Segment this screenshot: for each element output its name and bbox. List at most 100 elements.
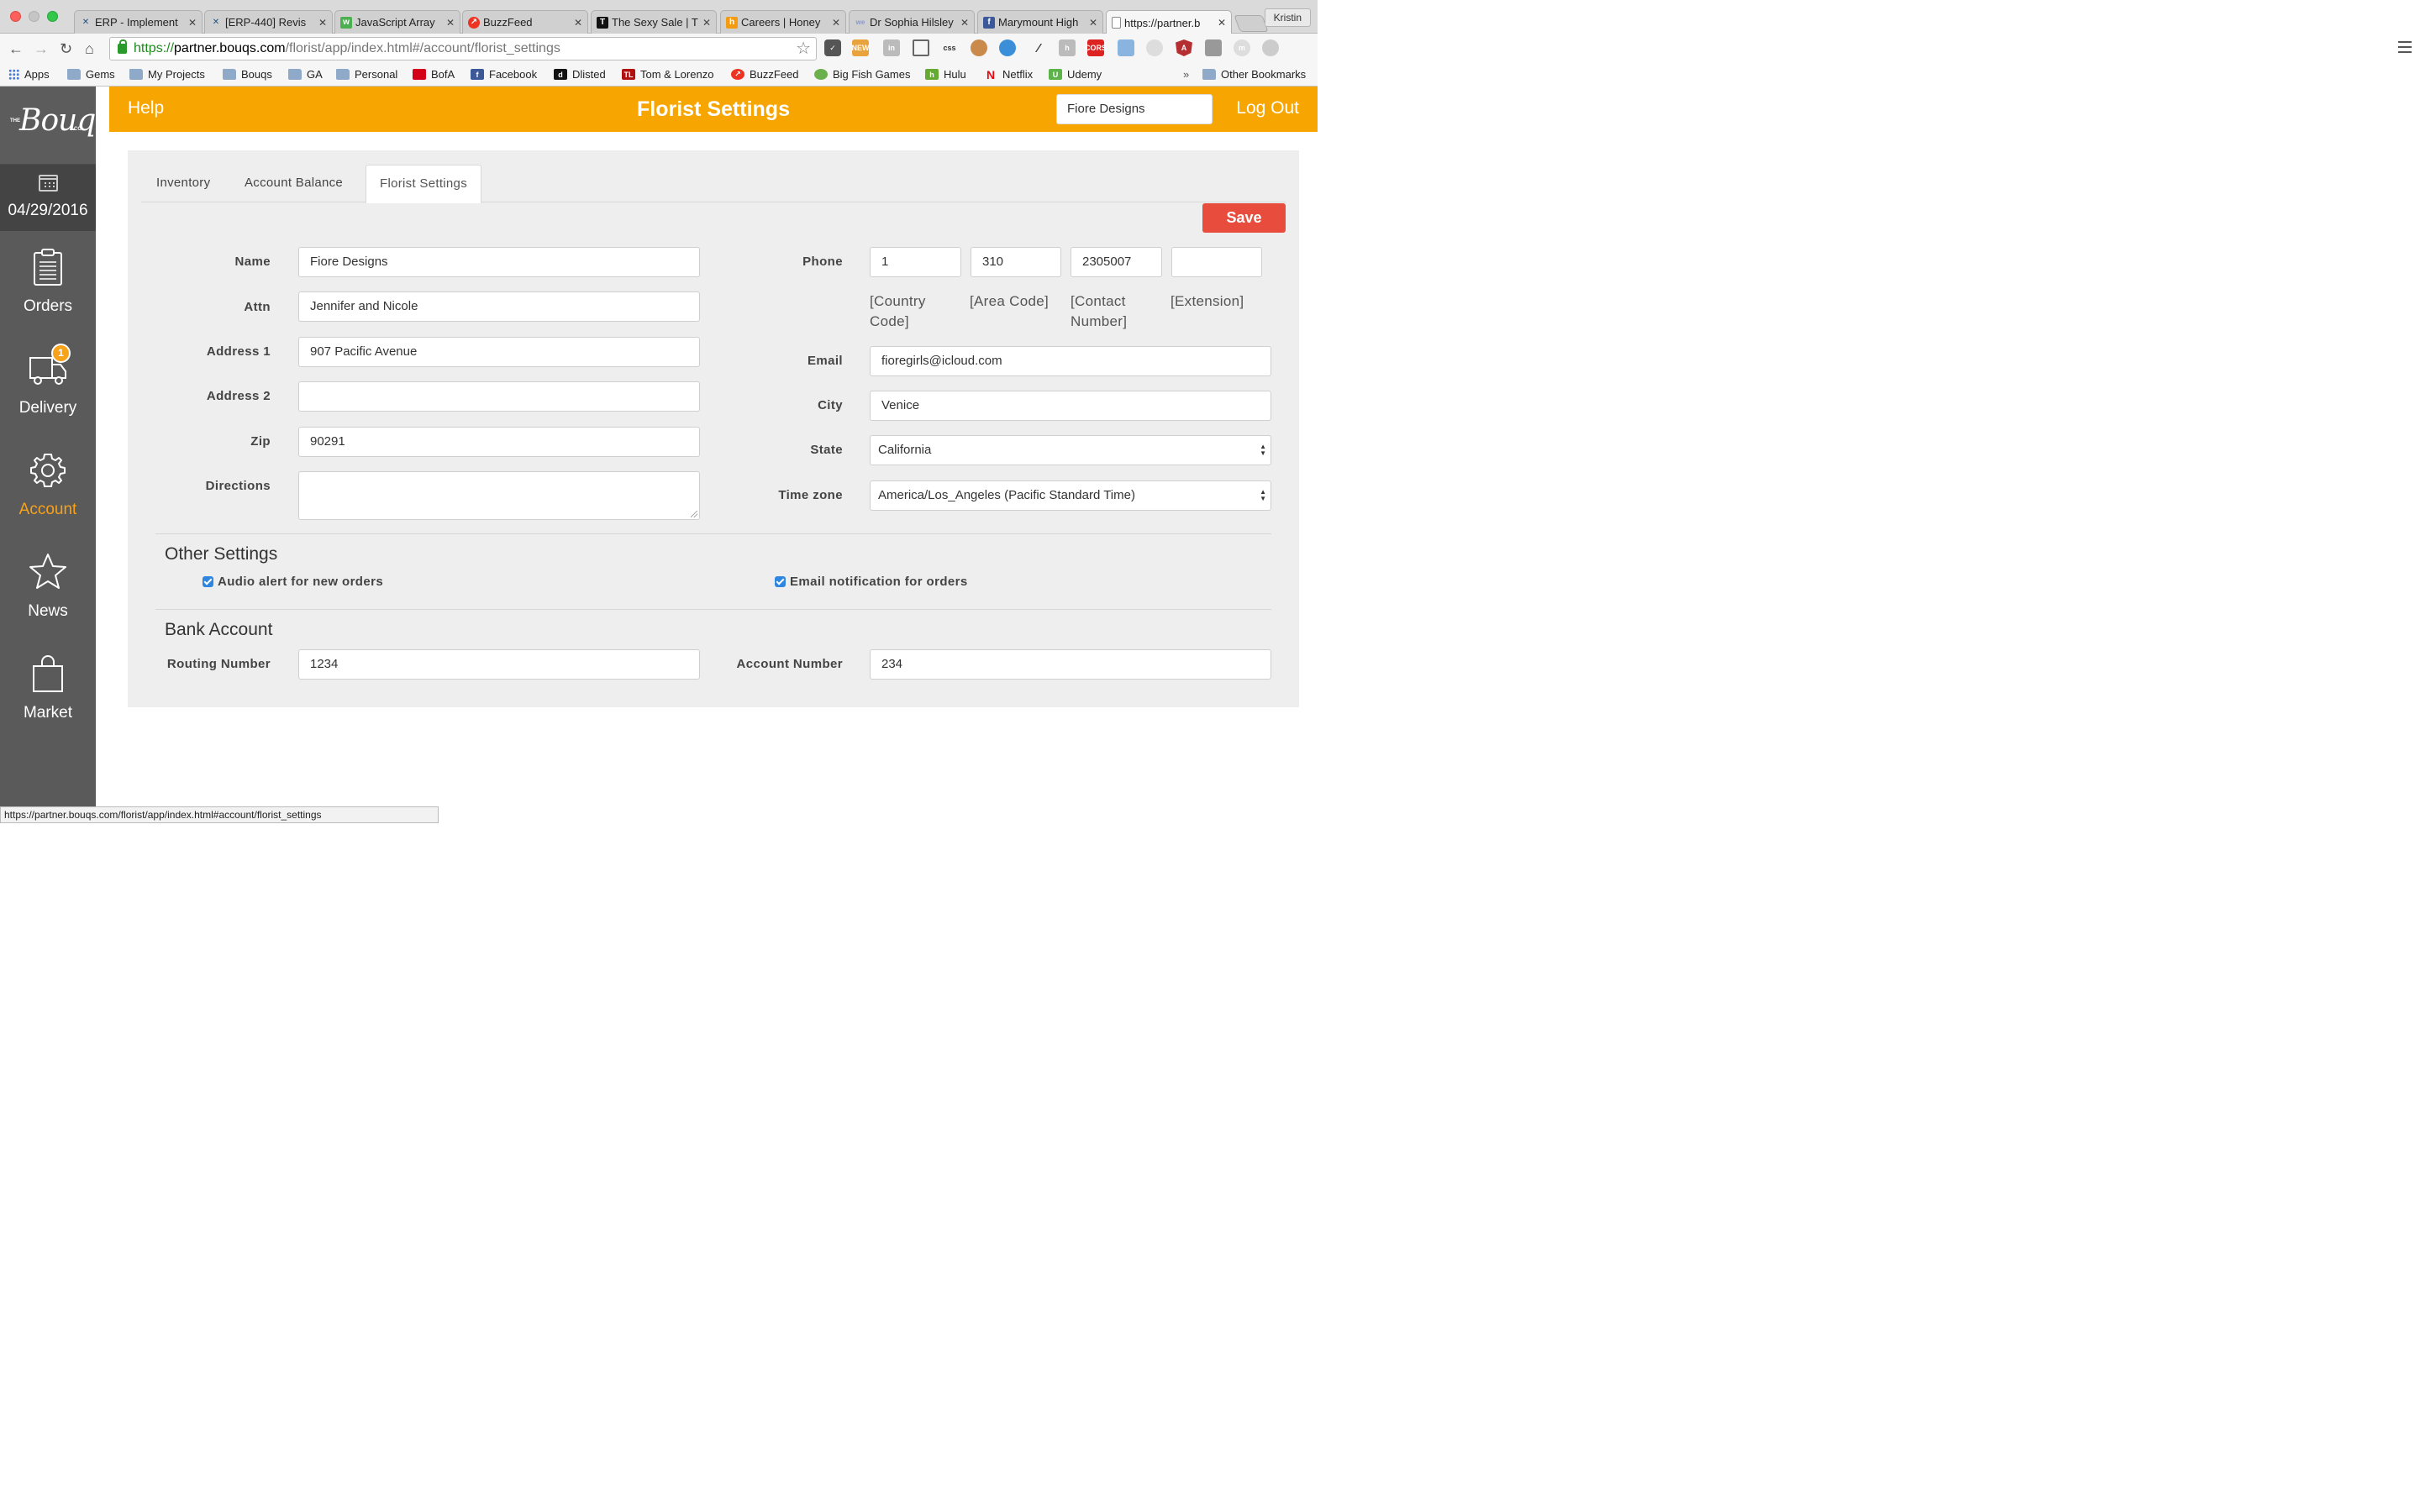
email-notification-checkbox[interactable]: Email notification for orders (775, 575, 968, 589)
pocket-icon[interactable]: ✓ (824, 39, 841, 56)
shield-extension-icon[interactable] (1205, 39, 1222, 56)
sidebar-item-orders[interactable]: Orders (0, 231, 96, 333)
bookmark-folder[interactable]: Bouqs (223, 68, 272, 81)
browser-tab[interactable]: w JavaScript Array ✕ (334, 10, 460, 34)
routing-number-input[interactable]: 1234 (298, 649, 700, 680)
bookmark-apps[interactable]: Apps (8, 68, 50, 81)
close-tab-icon[interactable]: ✕ (446, 17, 455, 29)
reload-icon[interactable]: ↻ (60, 40, 72, 58)
bookmark-folder[interactable]: Personal (336, 68, 397, 81)
sidebar-item-account[interactable]: Account (0, 434, 96, 536)
directions-textarea[interactable] (298, 471, 700, 520)
browser-tab[interactable]: h Careers | Honey ✕ (720, 10, 846, 34)
loader-icon[interactable] (1146, 39, 1163, 56)
bookmark-folder[interactable]: GA (288, 68, 323, 81)
bookmark-facebook[interactable]: f Facebook (471, 68, 537, 81)
tab-account-balance[interactable]: Account Balance (231, 165, 356, 202)
browser-tab[interactable]: ✕ [ERP-440] Revis ✕ (204, 10, 333, 34)
cookie-icon[interactable] (971, 39, 987, 56)
close-tab-icon[interactable]: ✕ (574, 17, 582, 29)
florist-selector[interactable]: Fiore Designs (1056, 94, 1213, 124)
address-bar[interactable]: https://partner.bouqs.com/florist/app/in… (109, 37, 817, 60)
news-extension-icon[interactable]: NEW (852, 39, 870, 56)
browser-tab[interactable]: T The Sexy Sale | T ✕ (591, 10, 717, 34)
close-tab-icon[interactable]: ✕ (1218, 17, 1226, 29)
new-tab-button[interactable] (1234, 15, 1269, 32)
bookmarks-overflow-button[interactable]: » (1183, 68, 1189, 81)
bouqs-logo[interactable]: THE Bouqs CO. (0, 87, 111, 165)
bookmark-tom-lorenzo[interactable]: TL Tom & Lorenzo (622, 68, 713, 81)
bookmark-other[interactable]: Other Bookmarks (1202, 68, 1306, 81)
sidebar-item-date[interactable]: 04/29/2016 (0, 165, 96, 231)
bookmark-hulu[interactable]: h Hulu (925, 68, 966, 81)
link-status-bar: https://partner.bouqs.com/florist/app/in… (0, 806, 439, 823)
bookmark-buzzfeed[interactable]: ↗ BuzzFeed (731, 68, 799, 81)
close-tab-icon[interactable]: ✕ (188, 17, 197, 29)
cast-icon[interactable] (913, 39, 929, 56)
bookmark-folder[interactable]: My Projects (129, 68, 205, 81)
close-tab-icon[interactable]: ✕ (318, 17, 327, 29)
honey-extension-icon[interactable]: h (1059, 39, 1076, 56)
logout-link[interactable]: Log Out (1236, 98, 1299, 118)
close-tab-icon[interactable]: ✕ (1089, 17, 1097, 29)
phone-number-input[interactable]: 2305007 (1071, 247, 1162, 277)
phone-area-input[interactable]: 310 (971, 247, 1061, 277)
bookmark-big-fish[interactable]: Big Fish Games (814, 68, 910, 81)
email-input[interactable]: fioregirls@icloud.com (870, 346, 1271, 376)
profile-button[interactable]: Kristin (1264, 8, 1311, 27)
back-arrow-icon[interactable]: ← (8, 40, 24, 58)
attn-input[interactable]: Jennifer and Nicole (298, 291, 700, 322)
sidebar-item-market[interactable]: Market (0, 638, 96, 739)
close-window-button[interactable] (10, 11, 21, 22)
zip-input[interactable]: 90291 (298, 427, 700, 457)
globe-icon[interactable] (999, 39, 1016, 56)
close-tab-icon[interactable]: ✕ (702, 17, 711, 29)
minimize-window-button[interactable] (29, 11, 39, 22)
m-extension-icon[interactable]: m (1234, 39, 1250, 56)
sidebar-item-news[interactable]: News (0, 536, 96, 638)
phone-extension-input[interactable] (1171, 247, 1262, 277)
account-number-input[interactable]: 234 (870, 649, 1271, 680)
bookmark-folder[interactable]: Gems (67, 68, 115, 81)
save-button[interactable]: Save (1202, 203, 1286, 233)
app-sidebar: THE Bouqs CO. 04/29/2016 Orders 1 Delive… (0, 87, 111, 823)
zoom-window-button[interactable] (47, 11, 58, 22)
browser-menu-icon[interactable] (2398, 41, 2412, 53)
linkedin-extension-icon[interactable]: in (883, 39, 900, 56)
camera-icon[interactable] (1118, 39, 1134, 56)
bookmark-star-icon[interactable]: ☆ (796, 38, 811, 60)
browser-tab[interactable]: ✕ ERP - Implement ✕ (74, 10, 203, 34)
phone-country-input[interactable]: 1 (870, 247, 961, 277)
address2-input[interactable] (298, 381, 700, 412)
timezone-select[interactable]: America/Los_Angeles (Pacific Standard Ti… (870, 480, 1271, 511)
close-tab-icon[interactable]: ✕ (832, 17, 840, 29)
browser-tab[interactable]: we Dr Sophia Hilsley ✕ (849, 10, 975, 34)
tab-florist-settings[interactable]: Florist Settings (366, 165, 481, 203)
audio-alert-checkbox[interactable]: Audio alert for new orders (203, 575, 383, 589)
browser-tab[interactable]: ↗ BuzzFeed ✕ (462, 10, 588, 34)
browser-tab-active[interactable]: https://partner.b ✕ (1106, 10, 1232, 34)
browser-tab[interactable]: f Marymount High ✕ (977, 10, 1103, 34)
eyedropper-icon[interactable]: ⁄ (1030, 39, 1047, 56)
directions-label: Directions (205, 479, 271, 493)
bookmark-netflix[interactable]: N Netflix (984, 68, 1033, 81)
resize-handle-icon[interactable] (691, 511, 697, 517)
address1-label: Address 1 (206, 344, 271, 359)
state-select[interactable]: California ▲ ▼ (870, 435, 1271, 465)
city-input[interactable]: Venice (870, 391, 1271, 421)
bookmark-bofa[interactable]: BofA (413, 68, 455, 81)
forward-arrow-icon[interactable]: → (34, 40, 49, 58)
bookmark-dlisted[interactable]: d Dlisted (554, 68, 606, 81)
cors-icon[interactable]: CORS (1085, 39, 1107, 56)
name-input[interactable]: Fiore Designs (298, 247, 700, 277)
home-icon[interactable]: ⌂ (85, 40, 94, 58)
tab-inventory[interactable]: Inventory (143, 165, 224, 202)
bookmark-udemy[interactable]: U Udemy (1049, 68, 1102, 81)
css-icon[interactable]: css (941, 39, 958, 56)
close-tab-icon[interactable]: ✕ (960, 17, 969, 29)
circle-extension-icon[interactable] (1262, 39, 1279, 56)
address1-input[interactable]: 907 Pacific Avenue (298, 337, 700, 367)
country-code-hint: [Country Code] (870, 293, 926, 329)
folder-icon (129, 69, 143, 80)
sidebar-item-delivery[interactable]: 1 Delivery (0, 333, 96, 434)
